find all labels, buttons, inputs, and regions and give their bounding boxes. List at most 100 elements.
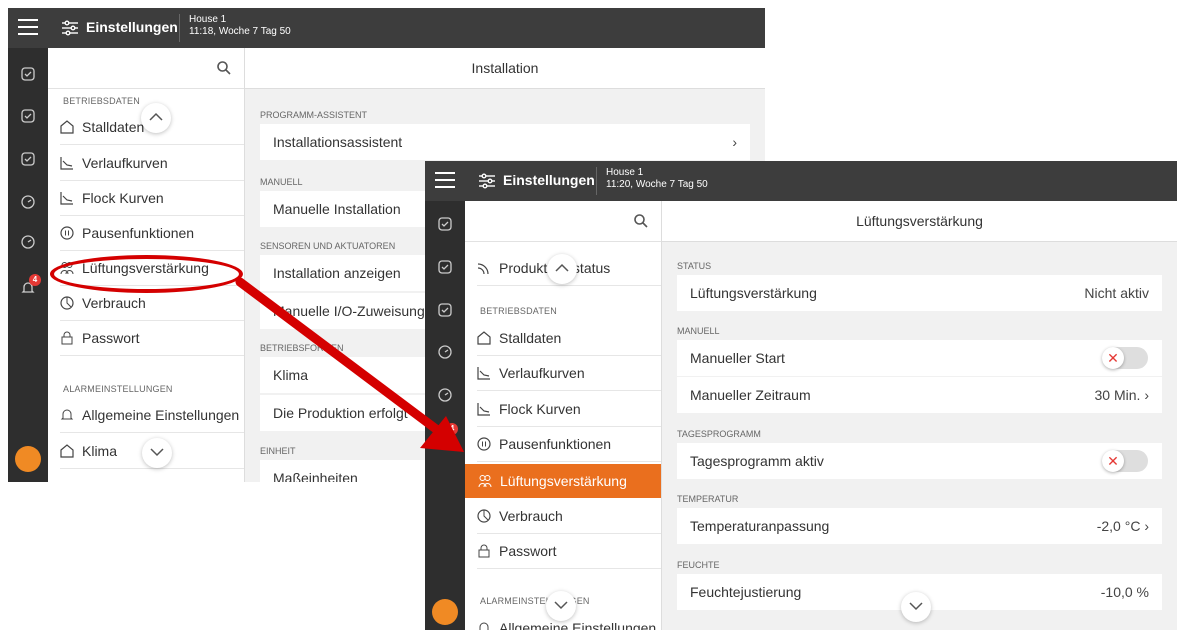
section-label: EINHEIT [260,446,296,456]
dashboard-icon[interactable] [437,216,453,232]
row-value: 30 Min. › [1095,377,1149,413]
row-temperaturanpassung[interactable]: Temperaturanpassung -2,0 °C › [677,508,1162,544]
sidebar-item-pausenfunktionen[interactable]: Pausenfunktionen [60,216,244,251]
main-title: Lüftungsverstärkung [662,201,1177,242]
callout-ellipse [50,255,243,293]
curve-icon [60,192,73,205]
settings-sliders-icon [479,173,495,189]
curve-icon [477,367,490,380]
sidebar-item-stalldaten[interactable]: Stalldaten [477,321,661,356]
sidebar-search[interactable] [48,48,244,89]
sidebar-item-label: Pausenfunktionen [499,436,612,452]
avatar[interactable] [432,599,458,625]
sidebar-item-label: Allgemeine Einstellungen [82,407,240,423]
close-icon: ✕ [1102,347,1124,369]
signal-icon [477,263,489,275]
dashboard-icon[interactable] [437,302,453,318]
house-time: 11:18, Woche 7 Tag 50 [189,26,291,37]
sidebar-item-passwort[interactable]: Passwort [477,534,661,569]
sidebar-item-label: Pausenfunktionen [82,225,195,241]
sidebar-item-label: Flock Kurven [82,190,164,206]
sidebar-item-label: Passwort [82,330,140,346]
day-program-toggle[interactable]: ✕ [1102,450,1148,472]
scroll-down-button[interactable] [901,592,931,622]
main-title: Installation [245,48,765,89]
sidebar-item-flock-kurven[interactable]: Flock Kurven [477,392,661,427]
sidebar-item-label: Verbrauch [499,508,563,524]
row-label: Maßeinheiten [273,470,358,482]
period-value: 30 Min. [1094,387,1141,403]
scroll-up-button[interactable] [547,254,577,284]
scroll-down-button[interactable] [142,438,172,468]
sidebar-item-label: Lüftungsverstärkung [500,473,627,489]
section-label: SENSOREN UND AKTUATOREN [260,241,396,251]
sidebar-item-flock-kurven[interactable]: Flock Kurven [60,181,244,216]
bell-icon [60,409,74,420]
sidebar: Produktionsstatus BETRIEBSDATEN Stalldat… [465,201,662,630]
search-icon[interactable] [633,213,649,229]
row-value: -2,0 °C › [1097,508,1149,544]
dashboard-icon[interactable] [20,108,36,124]
chevron-right-icon: › [1144,387,1149,403]
row-manueller-start: Manueller Start ✕ [677,340,1162,376]
section-alarmeinstellungen: ALARMEINSTELLUNGEN [63,384,173,394]
row-label: Klima [273,367,309,383]
nav-rail: 4 [8,48,48,482]
chevron-up-icon [149,112,163,121]
chevron-down-icon [150,448,164,457]
sidebar-item-passwort[interactable]: Passwort [60,321,244,356]
row-label: Feuchtejustierung [690,584,802,600]
pie-icon [60,296,74,310]
manual-start-toggle[interactable]: ✕ [1102,347,1148,369]
search-icon[interactable] [216,60,232,76]
sidebar-item-pausenfunktionen[interactable]: Pausenfunktionen [477,427,661,462]
section-betriebsdaten: BETRIEBSDATEN [63,96,140,106]
row-label: Manueller Zeitraum [690,387,811,403]
sidebar-item-verbrauch[interactable]: Verbrauch [477,499,661,534]
pause-icon [477,437,491,451]
section-label: MANUELL [260,177,303,187]
hamburger-menu-icon[interactable] [18,19,38,37]
row-label: Tagesprogramm aktiv [690,453,824,469]
sidebar-item-lueftungsverstaerkung[interactable]: Lüftungsverstärkung [465,464,661,498]
top-bar: Einstellungen House 1 11:18, Woche 7 Tag… [8,8,765,48]
section-status: STATUS [677,261,712,271]
curve-icon [477,403,490,416]
header-divider [596,167,597,195]
dashboard-icon[interactable] [437,259,453,275]
sidebar-item-verlaufkurven[interactable]: Verlaufkurven [60,146,244,181]
sidebar-item-label: Klima [82,443,118,459]
dashboard-icon[interactable] [20,151,36,167]
sidebar-item-verlaufkurven[interactable]: Verlaufkurven [477,356,661,391]
gauge-icon[interactable] [437,344,453,360]
dashboard-icon[interactable] [20,66,36,82]
section-betriebsdaten: BETRIEBSDATEN [480,306,557,316]
sidebar-item-label: Allgemeine Einstellungen [499,620,657,630]
settings-sliders-icon [62,20,78,36]
page-title: Einstellungen [503,172,595,188]
sidebar-search[interactable] [465,201,661,242]
nav-rail: 4 [425,201,465,630]
hamburger-menu-icon[interactable] [435,172,455,190]
top-bar: Einstellungen House 1 11:20, Woche 7 Tag… [425,161,1177,201]
sidebar-item-label: Verlaufkurven [82,155,168,171]
lock-icon [478,544,490,558]
lock-icon [61,331,73,345]
scroll-down-button[interactable] [546,591,576,621]
house-info: House 1 11:18, Woche 7 Tag 50 [189,14,291,38]
barn-icon [60,444,74,458]
row-tagesprogramm-aktiv: Tagesprogramm aktiv ✕ [677,443,1162,479]
section-label: BETRIEBSFORMEN [260,343,344,353]
row-installationsassistent[interactable]: Installationsassistent › [260,124,750,160]
sidebar-item-allgemeine-einstellungen[interactable]: Allgemeine Einstellungen [60,398,244,433]
humidity-value: -10,0 % [1100,584,1149,600]
row-manueller-zeitraum[interactable]: Manueller Zeitraum 30 Min. › [677,377,1162,413]
avatar[interactable] [15,446,41,472]
gauge-icon[interactable] [20,234,36,250]
gauge-icon[interactable] [437,387,453,403]
section-manuell: MANUELL [677,326,720,336]
scroll-up-button[interactable] [141,103,171,133]
settings-window-lueftungsverstaerkung: Einstellungen House 1 11:20, Woche 7 Tag… [425,161,1177,630]
gauge-icon[interactable] [20,194,36,210]
house-info: House 1 11:20, Woche 7 Tag 50 [606,167,708,191]
